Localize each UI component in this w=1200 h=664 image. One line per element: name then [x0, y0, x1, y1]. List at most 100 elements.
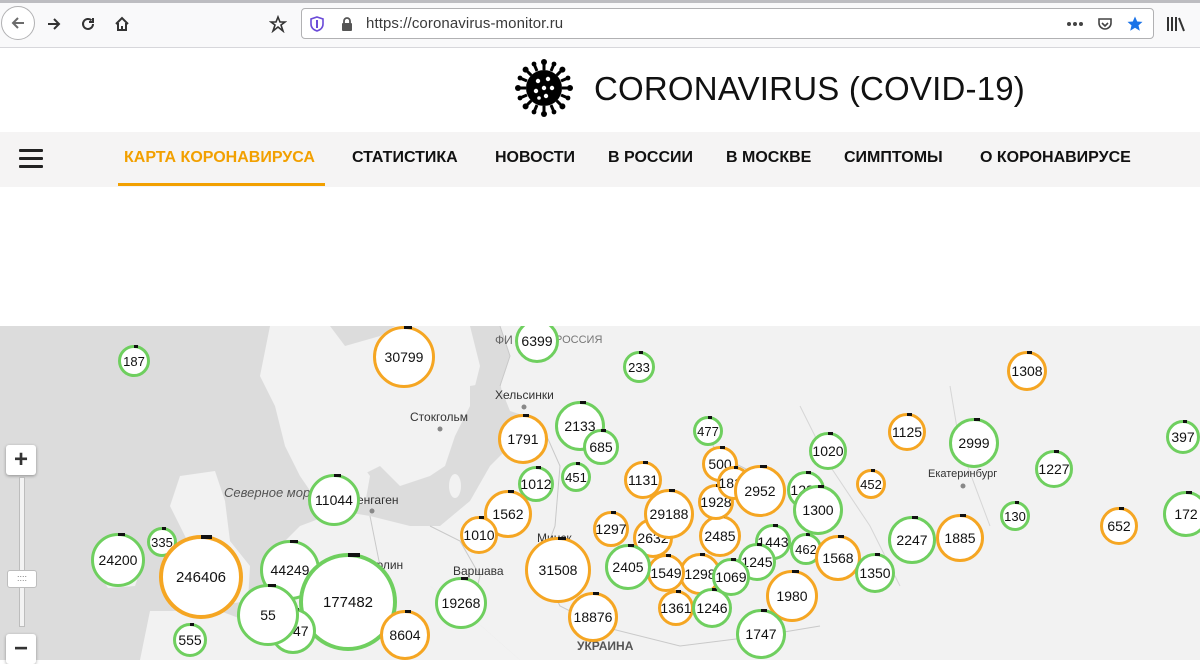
nav-item-russia[interactable]: В РОССИИ: [608, 149, 693, 167]
site-title[interactable]: CORONAVIRUS (COVID-19): [594, 70, 1025, 108]
bubble-tick-mark: [1186, 491, 1192, 494]
case-bubble[interactable]: 2952: [734, 465, 786, 517]
bubble-tick-mark: [643, 461, 648, 464]
case-bubble[interactable]: 1300: [793, 485, 843, 535]
hamburger-menu-icon[interactable]: [19, 149, 43, 168]
nav-item-statistics[interactable]: СТАТИСТИКА: [352, 149, 458, 167]
case-bubble[interactable]: 1549: [647, 554, 685, 592]
label-copenhagen: енгаген: [357, 493, 399, 507]
bubble-tick-mark: [773, 524, 778, 527]
case-bubble[interactable]: 2247: [888, 516, 936, 564]
home-button[interactable]: [106, 8, 138, 40]
zoom-slider-handle[interactable]: ::::: [7, 570, 37, 588]
bubble-tick-mark: [734, 466, 739, 469]
case-bubble[interactable]: 1125: [888, 413, 926, 451]
case-bubble[interactable]: 477: [693, 416, 723, 446]
bubble-tick-mark: [761, 609, 768, 612]
virus-logo-icon[interactable]: [515, 59, 573, 117]
case-bubble[interactable]: 1747: [736, 609, 786, 659]
case-bubble[interactable]: 19268: [435, 577, 487, 629]
bubble-tick-mark: [201, 535, 212, 539]
bubble-tick-mark: [907, 413, 912, 416]
bubble-tick-mark: [268, 584, 276, 587]
url-text[interactable]: https://coronavirus-monitor.ru: [366, 15, 563, 32]
case-bubble[interactable]: 1350: [855, 553, 895, 593]
nav-item-symptoms[interactable]: СИМПТОМЫ: [844, 149, 943, 167]
case-bubble[interactable]: 2405: [605, 544, 651, 590]
case-bubble[interactable]: 2485: [699, 515, 741, 557]
customize-toolbar-button[interactable]: [262, 8, 294, 40]
bubble-tick-mark: [290, 540, 298, 543]
label-stockholm: Стокгольм: [410, 410, 468, 424]
case-bubble[interactable]: 29188: [644, 489, 694, 539]
case-bubble[interactable]: 1069: [712, 558, 750, 596]
bubble-tick-mark: [628, 544, 634, 547]
pocket-icon[interactable]: [1094, 13, 1116, 35]
bookmark-star-icon[interactable]: [1124, 13, 1146, 35]
case-bubble[interactable]: 1297: [593, 511, 629, 547]
case-bubble[interactable]: 8604: [380, 610, 430, 660]
bubble-tick-mark: [760, 465, 767, 468]
lock-icon[interactable]: [336, 13, 358, 35]
back-arrow-icon: [11, 17, 24, 29]
nav-item-about[interactable]: О КОРОНАВИРУСЕ: [980, 149, 1131, 167]
back-button[interactable]: [1, 6, 35, 40]
case-bubble[interactable]: 130: [1000, 501, 1030, 531]
tab-strip: [0, 0, 1200, 3]
case-bubble[interactable]: 652: [1100, 507, 1138, 545]
nav-item-moscow[interactable]: В МОСКВЕ: [726, 149, 811, 167]
bubble-tick-mark: [593, 592, 600, 595]
bubble-tick-mark: [806, 471, 811, 474]
case-bubble[interactable]: 55: [237, 584, 299, 646]
zoom-in-button[interactable]: +: [6, 445, 36, 475]
forward-button[interactable]: [38, 8, 70, 40]
bubble-tick-mark: [1015, 501, 1019, 504]
forward-arrow-icon: [48, 18, 61, 30]
bubble-tick-mark: [639, 351, 643, 354]
bubble-tick-mark: [118, 533, 125, 536]
case-bubble[interactable]: 685: [583, 429, 619, 465]
tracking-protection-icon[interactable]: [306, 13, 328, 35]
case-bubble[interactable]: 18876: [568, 592, 618, 642]
page-actions-icon[interactable]: [1064, 13, 1086, 35]
label-helsinki: Хельсинки: [495, 388, 554, 402]
case-bubble[interactable]: 397: [1166, 420, 1200, 454]
nav-item-map[interactable]: КАРТА КОРОНАВИРУСА: [124, 149, 315, 167]
zoom-slider-track[interactable]: [19, 477, 25, 627]
bubble-tick-mark: [960, 514, 966, 517]
case-bubble[interactable]: 246406: [159, 535, 243, 619]
nav-item-news[interactable]: НОВОСТИ: [495, 149, 575, 167]
case-bubble[interactable]: 451: [561, 462, 591, 492]
browser-toolbar: https://coronavirus-monitor.ru: [0, 0, 1200, 48]
bubble-tick-mark: [558, 537, 567, 540]
case-bubble[interactable]: 1361: [658, 590, 694, 626]
case-bubble[interactable]: 2999: [949, 418, 999, 468]
bubble-tick-mark: [1119, 507, 1124, 510]
case-bubble[interactable]: 187: [118, 345, 150, 377]
library-icon: [1167, 17, 1185, 32]
bubble-tick-mark: [611, 511, 616, 514]
case-bubble[interactable]: 1791: [498, 414, 548, 464]
url-bar[interactable]: https://coronavirus-monitor.ru: [301, 8, 1154, 39]
bubble-tick-mark: [1054, 450, 1059, 453]
case-bubble[interactable]: 11044: [308, 474, 360, 526]
library-button[interactable]: [1160, 8, 1192, 40]
case-bubble[interactable]: 452: [856, 469, 886, 499]
case-bubble[interactable]: 1010: [460, 516, 498, 554]
reload-button[interactable]: [72, 8, 104, 40]
case-bubble[interactable]: 1885: [936, 514, 984, 562]
covid-map[interactable]: ФИ РОССИЯ Хельсинки Стокгольм Северное м…: [0, 326, 1200, 660]
case-bubble[interactable]: 555: [173, 623, 207, 657]
bubble-tick-mark: [479, 516, 484, 519]
case-bubble[interactable]: 1308: [1007, 351, 1047, 391]
bubble-tick-mark: [838, 535, 844, 538]
case-bubble[interactable]: 1020: [809, 432, 847, 470]
bubble-tick-mark: [757, 543, 762, 546]
case-bubble[interactable]: 31508: [525, 537, 591, 603]
case-bubble[interactable]: 24200: [91, 533, 145, 587]
case-bubble[interactable]: 30799: [373, 326, 435, 388]
case-bubble[interactable]: 233: [623, 351, 655, 383]
bubble-tick-mark: [1027, 351, 1032, 354]
bubble-tick-mark: [404, 326, 412, 329]
case-bubble[interactable]: 1227: [1035, 450, 1073, 488]
